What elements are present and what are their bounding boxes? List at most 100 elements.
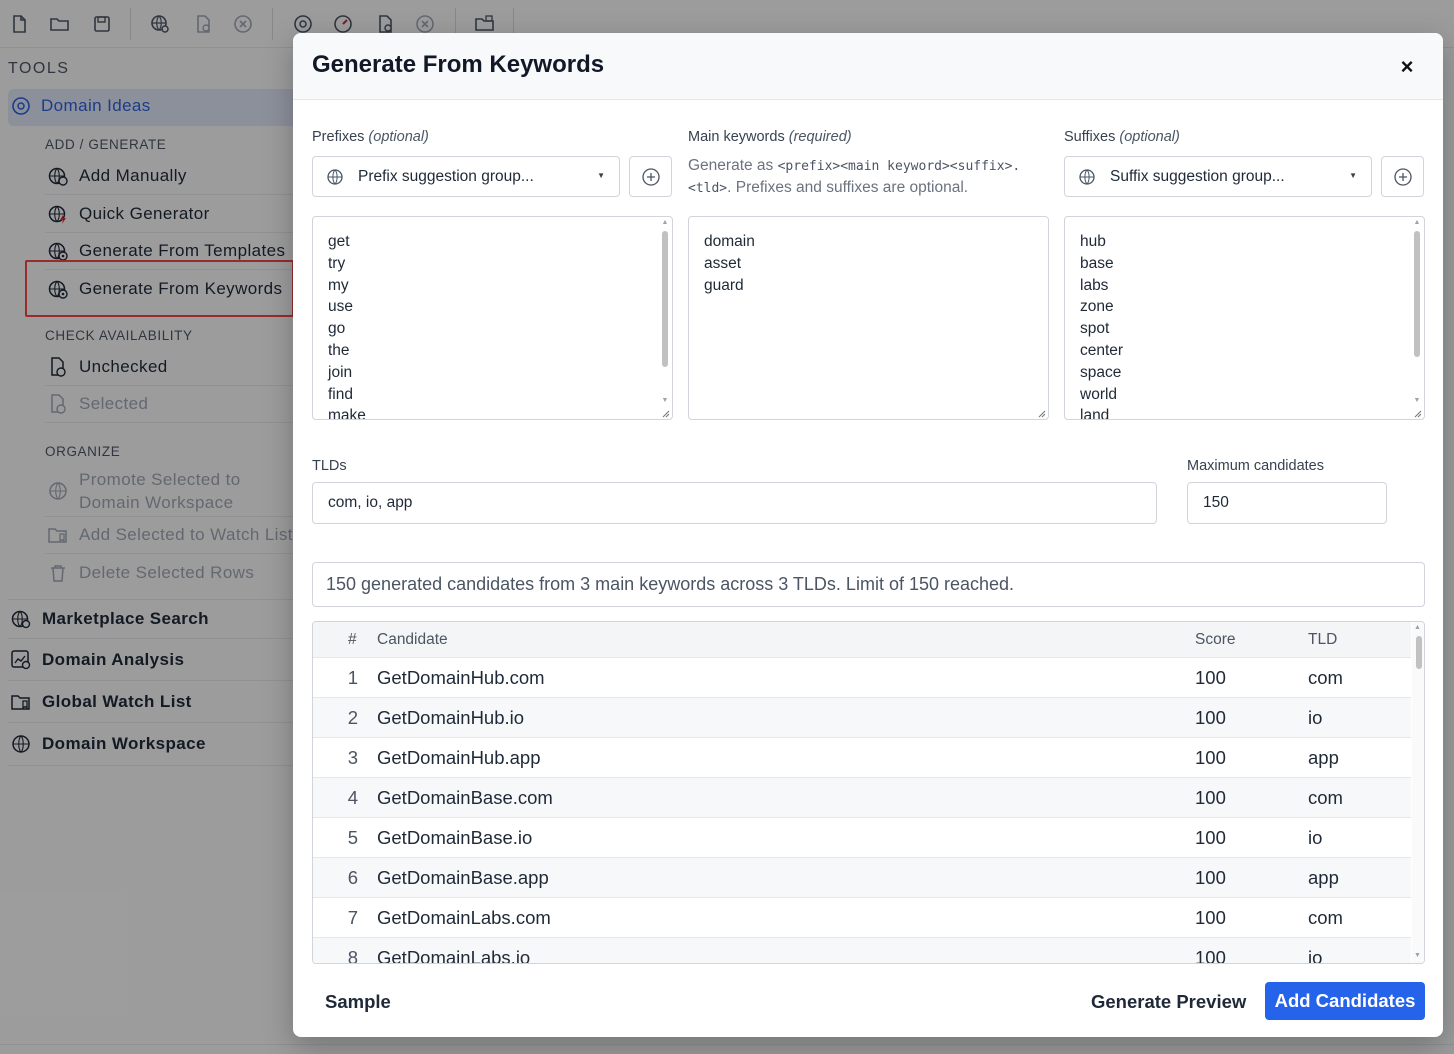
column-header-score[interactable]: Score (1195, 631, 1236, 649)
textarea-line: get (328, 233, 350, 250)
suffixes-textarea[interactable]: hub base labs zone spot center space world land … (1064, 216, 1425, 420)
score-cell: 100 (1195, 827, 1226, 848)
tlds-input[interactable]: com, io, app (312, 482, 1157, 524)
table-row[interactable]: 6 GetDomainBase.app 100 app (313, 858, 1411, 898)
textarea-line: the (328, 341, 350, 359)
suffixes-scrollbar[interactable]: ▲ ▼ (1412, 219, 1422, 407)
row-number: 4 (347, 787, 358, 808)
textarea-line: join (328, 363, 353, 381)
candidate-cell: GetDomainLabs.io (377, 947, 531, 964)
scroll-up-icon[interactable]: ▲ (1412, 219, 1422, 226)
suffixes-lines: hub base labs zone spot center space world land (1080, 231, 1124, 419)
prefixes-label: Prefixes (optional) (312, 129, 429, 145)
table-row[interactable]: 1 GetDomainHub.com 100 com (313, 658, 1411, 698)
generate-preview-button[interactable]: Generate Preview (1091, 991, 1246, 1013)
resize-handle-icon[interactable] (1412, 408, 1422, 418)
candidate-cell: GetDomainBase.com (377, 787, 553, 808)
suffixes-label: Suffixes (optional) (1064, 129, 1180, 145)
prefix-select-value: Prefix suggestion group... (358, 167, 534, 185)
scroll-up-icon[interactable]: ▲ (1414, 624, 1421, 631)
row-number: 7 (347, 907, 358, 928)
hint-text: Generate as (688, 157, 778, 174)
add-candidates-button[interactable]: Add Candidates (1265, 982, 1425, 1020)
max-candidates-label: Maximum candidates (1187, 458, 1324, 474)
dialog-title: Generate From Keywords (312, 51, 605, 78)
candidate-cell: GetDomainLabs.com (377, 907, 551, 928)
table-row[interactable]: 4 GetDomainBase.com 100 com (313, 778, 1411, 818)
candidates-table: # Candidate Score TLD 1 GetDomainHub.com 1… (312, 621, 1425, 964)
main-keywords-textarea[interactable]: domain asset guard (688, 216, 1049, 420)
generate-keywords-dialog: Generate From Keywords × Prefixes (optio… (293, 33, 1443, 1037)
dialog-header: Generate From Keywords × (293, 33, 1443, 100)
sample-button[interactable]: Sample (325, 991, 391, 1013)
scroll-down-icon[interactable]: ▼ (1412, 397, 1422, 404)
prefixes-textarea[interactable]: get try my use go the join find make ▲ ▼ (312, 216, 673, 420)
row-number: 8 (347, 947, 358, 964)
add-prefix-button[interactable] (629, 156, 672, 197)
main-keywords-label: Main keywords (required) (688, 129, 852, 145)
row-number: 5 (347, 827, 358, 848)
textarea-line: space (1080, 363, 1122, 381)
column-header-candidate[interactable]: Candidate (377, 631, 448, 649)
textarea-line: try (328, 254, 346, 272)
row-number: 2 (347, 707, 358, 728)
textarea-line: domain (704, 233, 755, 250)
globe-icon (326, 168, 346, 186)
main-label-text: Main keywords (688, 129, 785, 145)
hint-text: . Prefixes and suffixes are optional. (727, 179, 969, 196)
generation-summary: 150 generated candidates from 3 main key… (312, 562, 1425, 607)
prefixes-qualifier: (optional) (368, 129, 429, 145)
close-button[interactable]: × (1393, 53, 1421, 81)
tld-cell: io (1308, 947, 1323, 964)
table-row[interactable]: 2 GetDomainHub.io 100 io (313, 698, 1411, 738)
table-row[interactable]: 8 GetDomainLabs.io 100 io (313, 938, 1411, 964)
table-row[interactable]: 5 GetDomainBase.io 100 io (313, 818, 1411, 858)
hint-code: <prefix><main keyword><suffix>. (777, 159, 1021, 174)
row-number: 1 (347, 667, 358, 688)
candidate-cell: GetDomainHub.app (377, 747, 541, 768)
textarea-line: find (328, 385, 353, 403)
textarea-line: center (1080, 341, 1124, 359)
prefixes-scrollbar[interactable]: ▲ ▼ (660, 219, 670, 407)
table-header: # Candidate Score TLD (313, 622, 1411, 658)
suffixes-qualifier: (optional) (1119, 129, 1180, 145)
table-row[interactable]: 3 GetDomainHub.app 100 app (313, 738, 1411, 778)
plus-circle-icon (1393, 167, 1412, 186)
candidate-cell: GetDomainBase.io (377, 827, 533, 848)
textarea-line: zone (1080, 298, 1114, 316)
caret-down-icon: ▼ (597, 171, 605, 180)
tld-cell: com (1308, 787, 1343, 808)
tld-cell: com (1308, 667, 1343, 688)
globe-icon (1078, 168, 1098, 186)
column-header-number[interactable]: # (348, 631, 357, 649)
textarea-line: spot (1080, 320, 1110, 338)
scroll-down-icon[interactable]: ▼ (1414, 952, 1421, 959)
suffixes-label-text: Suffixes (1064, 129, 1116, 145)
prefix-group-select[interactable]: Prefix suggestion group... ▼ (312, 156, 620, 197)
table-row[interactable]: 7 GetDomainLabs.com 100 com (313, 898, 1411, 938)
max-candidates-input[interactable]: 150 (1187, 482, 1387, 524)
add-suffix-button[interactable] (1381, 156, 1424, 197)
tld-cell: io (1308, 707, 1323, 728)
textarea-line: world (1080, 385, 1118, 403)
table-scrollbar[interactable]: ▲ ▼ (1412, 622, 1424, 963)
scroll-up-icon[interactable]: ▲ (660, 219, 670, 226)
candidate-cell: GetDomainHub.io (377, 707, 525, 728)
column-header-tld[interactable]: TLD (1308, 631, 1337, 649)
main-keywords-hint: Generate as <prefix><main keyword><suffi… (688, 155, 1048, 199)
plus-circle-icon (641, 167, 660, 186)
scroll-thumb[interactable] (1414, 231, 1420, 357)
scroll-thumb[interactable] (1416, 636, 1422, 669)
scroll-thumb[interactable] (662, 231, 668, 367)
caret-down-icon: ▼ (1349, 171, 1357, 180)
resize-handle-icon[interactable] (660, 408, 670, 418)
suffix-group-select[interactable]: Suffix suggestion group... ▼ (1064, 156, 1372, 197)
score-cell: 100 (1195, 787, 1226, 808)
scroll-down-icon[interactable]: ▼ (660, 397, 670, 404)
prefixes-label-text: Prefixes (312, 129, 365, 145)
resize-handle-icon[interactable] (1036, 408, 1046, 418)
tld-cell: io (1308, 827, 1323, 848)
score-cell: 100 (1195, 747, 1226, 768)
textarea-line: make (328, 407, 366, 420)
textarea-line: base (1080, 254, 1114, 272)
